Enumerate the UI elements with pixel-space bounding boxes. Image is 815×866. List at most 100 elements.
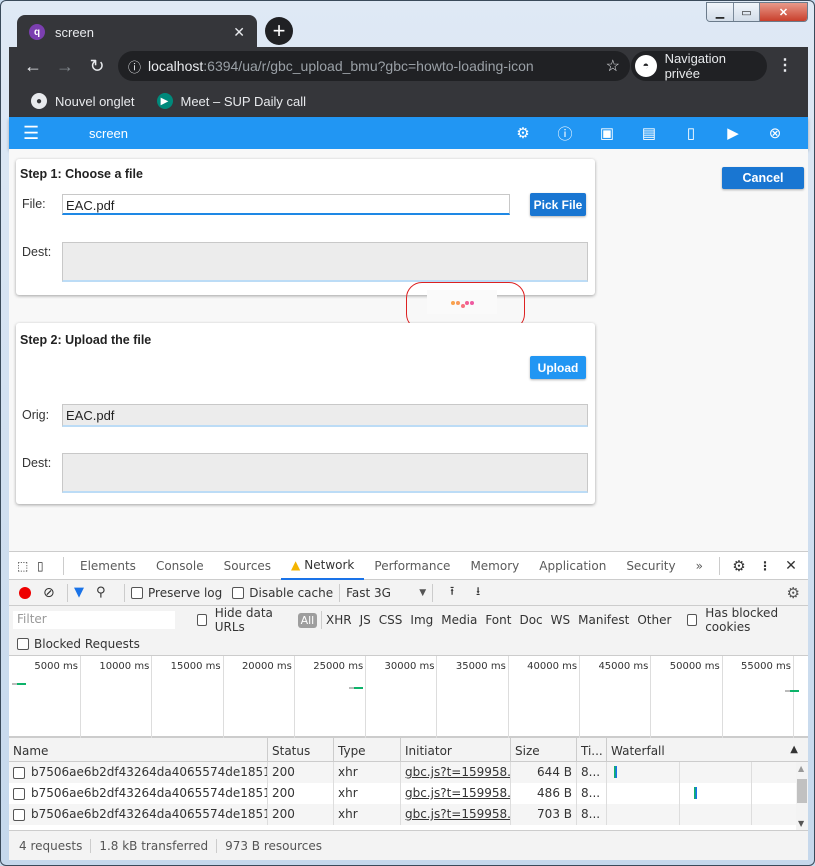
url-path: :6394/ua/r/gbc_upload_bmu?gbc=howto-load… — [203, 58, 534, 74]
column-header-initiator[interactable]: Initiator — [401, 738, 511, 762]
loading-spinner — [427, 290, 497, 314]
tab-memory[interactable]: Memory — [460, 552, 529, 580]
browser-tab[interactable]: q screen ✕ — [17, 15, 257, 49]
bookmark-star-icon[interactable]: ☆ — [606, 56, 620, 76]
close-devtools-icon[interactable]: ✕ — [778, 558, 804, 574]
inspect-element-icon[interactable]: ⬚ — [17, 559, 37, 573]
devtools-menu-icon[interactable]: ⋮ — [752, 559, 778, 573]
info-icon[interactable]: ⓘ — [544, 123, 586, 144]
cell-initiator[interactable]: gbc.js?t=159958... — [401, 762, 511, 783]
throttle-select[interactable]: Fast 3G ▼ — [346, 586, 426, 600]
export-har-icon[interactable]: ⭳ — [465, 582, 491, 603]
blocked-requests-checkbox[interactable]: Blocked Requests — [17, 637, 140, 651]
checkbox[interactable] — [232, 586, 245, 599]
type-filter-doc[interactable]: Doc — [519, 613, 542, 627]
info-icon[interactable]: ⓘ — [128, 57, 148, 76]
file-icon[interactable]: ▯ — [670, 124, 712, 142]
type-filter-other[interactable]: Other — [637, 613, 671, 627]
bookmark-new-tab[interactable]: ● Nouvel onglet — [31, 93, 135, 109]
tab-strip: q screen ✕ + — [9, 13, 808, 49]
cell-waterfall — [607, 783, 796, 804]
disable-cache-checkbox[interactable]: Disable cache — [232, 586, 333, 600]
loader-dot — [451, 301, 455, 305]
checkbox[interactable] — [17, 638, 29, 650]
settings-gear-icon[interactable]: ⚙ — [726, 557, 752, 575]
forward-icon[interactable]: → — [49, 56, 81, 77]
hide-data-urls-checkbox[interactable]: Hide data URLs — [193, 606, 290, 634]
play-icon[interactable]: ▶ — [712, 124, 754, 142]
table-scrollbar[interactable]: ▲ ▼ — [796, 762, 808, 830]
new-tab-button[interactable]: + — [265, 17, 293, 45]
scroll-down-icon[interactable]: ▼ — [798, 819, 804, 828]
hamburger-menu-icon[interactable]: ☰ — [23, 123, 43, 144]
bookmark-label: Meet – SUP Daily call — [180, 93, 306, 109]
table-row[interactable]: b7506ae6b2df43264da4065574de1851?a... 200… — [9, 804, 796, 825]
tab-elements[interactable]: Elements — [70, 552, 146, 580]
type-filter-js[interactable]: JS — [360, 613, 371, 627]
upload-button[interactable]: Upload — [530, 356, 586, 379]
tab-performance[interactable]: Performance — [364, 552, 460, 580]
column-header-waterfall[interactable]: Waterfall ▲ — [607, 738, 808, 762]
type-filter-font[interactable]: Font — [485, 613, 511, 627]
address-bar[interactable]: ⓘ localhost:6394/ua/r/gbc_upload_bmu?gbc… — [118, 51, 630, 81]
orig-field[interactable]: EAC.pdf — [62, 404, 588, 427]
tab-network[interactable]: ▲ Network — [281, 552, 365, 580]
close-circle-icon[interactable]: ⊗ — [754, 124, 796, 142]
column-header-status[interactable]: Status — [268, 738, 334, 762]
type-filter-media[interactable]: Media — [441, 613, 477, 627]
tab-console[interactable]: Console — [146, 552, 214, 580]
browser-menu-icon[interactable]: ⋮ — [777, 55, 793, 75]
document-icon[interactable]: ▤ — [628, 124, 670, 142]
column-header-name[interactable]: Name — [9, 738, 268, 762]
checkbox[interactable] — [687, 614, 698, 626]
record-icon[interactable] — [19, 586, 31, 599]
type-filter-all[interactable]: All — [297, 612, 318, 628]
search-icon[interactable]: ⚲ — [96, 585, 118, 600]
tab-security[interactable]: Security — [616, 552, 685, 580]
device-toolbar-icon[interactable]: ▯ — [37, 559, 57, 573]
dest-field[interactable] — [62, 242, 588, 282]
dest-field[interactable] — [62, 453, 588, 493]
filter-icon[interactable]: ▼ — [74, 585, 96, 600]
gear-icon[interactable]: ⚙ — [502, 124, 544, 142]
reload-icon[interactable]: ↻ — [81, 56, 113, 77]
has-blocked-cookies-checkbox[interactable]: Has blocked cookies — [683, 606, 804, 634]
bookmark-meet[interactable]: ▶ Meet – SUP Daily call — [156, 93, 306, 109]
incognito-badge[interactable]: ◓ Navigation privée — [631, 51, 767, 81]
scroll-thumb[interactable] — [797, 779, 807, 803]
cell-initiator[interactable]: gbc.js?t=159958... — [401, 804, 511, 825]
network-overview-timeline[interactable]: 5000 ms 10000 ms 15000 ms 20000 ms 25000 ms 3… — [9, 656, 808, 738]
pick-file-button[interactable]: Pick File — [530, 193, 586, 216]
scroll-up-icon[interactable]: ▲ — [798, 764, 804, 773]
column-header-size[interactable]: Size — [511, 738, 577, 762]
network-settings-icon[interactable]: ⚙ — [787, 584, 800, 602]
name-text: b7506ae6b2df43264da4065574de1851?a... — [31, 786, 268, 800]
type-filter-css[interactable]: CSS — [379, 613, 403, 627]
more-tabs-icon[interactable]: » — [686, 552, 713, 580]
cell-initiator[interactable]: gbc.js?t=159958... — [401, 783, 511, 804]
checkbox[interactable] — [197, 614, 207, 626]
preserve-log-checkbox[interactable]: Preserve log — [131, 586, 222, 600]
filter-input[interactable]: Filter — [13, 611, 175, 629]
type-filter-manifest[interactable]: Manifest — [578, 613, 629, 627]
column-header-type[interactable]: Type — [334, 738, 401, 762]
file-input[interactable]: EAC.pdf — [62, 194, 510, 215]
table-row[interactable]: b7506ae6b2df43264da4065574de1851?a... 200… — [9, 783, 796, 804]
back-icon[interactable]: ← — [17, 56, 49, 77]
clear-icon[interactable]: ⊘ — [43, 585, 61, 601]
chip-icon[interactable]: ▣ — [586, 124, 628, 142]
column-header-time[interactable]: Ti... — [577, 738, 607, 762]
timeline-tick: 5000 ms — [9, 656, 81, 738]
close-tab-icon[interactable]: ✕ — [233, 24, 245, 41]
import-har-icon[interactable]: ⭱ — [439, 582, 465, 603]
table-row[interactable]: b7506ae6b2df43264da4065574de1851?a... 200… — [9, 762, 796, 783]
type-filter-xhr[interactable]: XHR — [326, 613, 352, 627]
checkbox[interactable] — [131, 586, 143, 599]
type-filter-ws[interactable]: WS — [551, 613, 570, 627]
tab-sources[interactable]: Sources — [214, 552, 281, 580]
tab-application[interactable]: Application — [529, 552, 616, 580]
checkbox-label: Disable cache — [249, 585, 334, 600]
timeline-request-bar — [349, 687, 363, 689]
cancel-button[interactable]: Cancel — [722, 167, 804, 189]
type-filter-img[interactable]: Img — [410, 613, 433, 627]
